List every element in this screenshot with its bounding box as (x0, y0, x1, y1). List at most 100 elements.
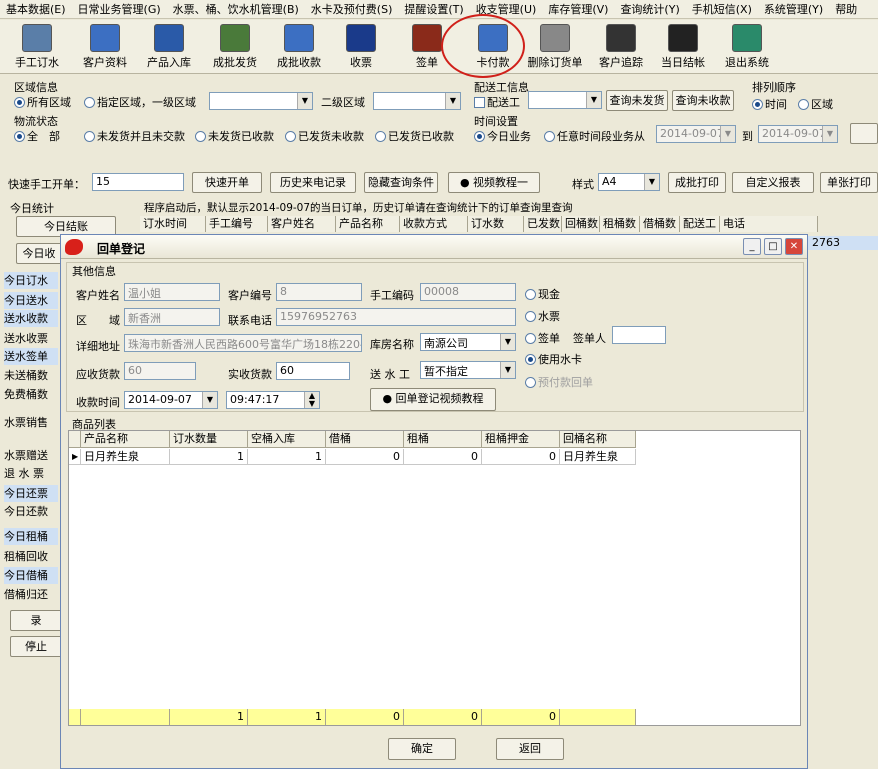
query-unpaid-button[interactable]: 查询未收款 (672, 90, 734, 111)
quick-open-button[interactable]: 快速开单 (192, 172, 262, 193)
stop-button[interactable]: 停止 (10, 636, 62, 657)
grid-header[interactable]: 配送工 (680, 216, 720, 232)
table-header[interactable]: 租桶押金 (482, 431, 560, 448)
pay-prepaid-radio[interactable]: 预付款回单 (525, 374, 593, 390)
time-today-radio[interactable]: 今日业务 (474, 128, 531, 144)
toolbar-button-inbound[interactable]: 产品入库 (138, 22, 200, 72)
logistics-radio-4[interactable]: 已发货已收款 (375, 128, 454, 144)
address-field[interactable]: 珠海市新香洲人民西路600号富华广场18栋2204 (124, 334, 362, 352)
grid-header[interactable]: 回桶数 (562, 216, 600, 232)
region-level2-select[interactable]: ▼ (373, 92, 461, 110)
custom-report-button[interactable]: 自定义报表 (732, 172, 814, 193)
grid-header[interactable]: 手工编号 (206, 216, 268, 232)
logistics-radio-2[interactable]: 未发货已收款 (195, 128, 274, 144)
warehouse-select[interactable]: 南源公司 ▼ (420, 333, 516, 351)
record-button[interactable]: 录 (10, 610, 62, 631)
payment-time-spinner[interactable]: 09:47:17 ▲ ▼ (226, 391, 320, 409)
courier-select[interactable]: 暂不指定 ▼ (420, 361, 516, 379)
minimize-icon[interactable]: _ (743, 238, 761, 255)
date-to-field[interactable]: 2014-09-07 ▼ (758, 125, 838, 143)
grid-header[interactable]: 产品名称 (336, 216, 400, 232)
date-from-field[interactable]: 2014-09-07 ▼ (656, 125, 736, 143)
table-header[interactable]: 产品名称 (81, 431, 170, 448)
manual-code-field[interactable]: 00008 (420, 283, 516, 301)
pay-sign-radio[interactable]: 签单 (525, 330, 560, 346)
selected-row-phone[interactable]: 2763 (808, 236, 878, 250)
menu-item[interactable]: 提醒设置(T) (398, 1, 469, 17)
menu-item[interactable]: 系统管理(Y) (758, 1, 829, 17)
time-any-radio[interactable]: 任意时间段业务从 (544, 128, 645, 144)
area-field[interactable]: 新香洲 (124, 308, 220, 326)
search-button[interactable] (850, 123, 878, 144)
toolbar-button-customer[interactable]: 客户资料 (74, 22, 136, 72)
table-cell[interactable]: 日月养生泉 (81, 449, 170, 465)
table-cell[interactable]: 1 (248, 449, 326, 465)
amount-due-field[interactable]: 60 (124, 362, 196, 380)
ok-button[interactable]: 确定 (388, 738, 456, 760)
grid-header[interactable]: 订水时间 (140, 216, 206, 232)
grid-header[interactable]: 收款方式 (400, 216, 468, 232)
menu-item[interactable]: 水卡及预付费(S) (305, 1, 399, 17)
today-income-button[interactable]: 今日收 (16, 243, 62, 264)
pay-card-radio[interactable]: 使用水卡 (525, 351, 582, 367)
grid-header[interactable]: 客户姓名 (268, 216, 336, 232)
table-cell[interactable]: 1 (170, 449, 248, 465)
maximize-icon[interactable]: □ (764, 238, 782, 255)
toolbar-button-glasses[interactable]: 当日结帐 (652, 22, 714, 72)
signer-input[interactable] (612, 326, 666, 344)
close-icon[interactable]: ✕ (785, 238, 803, 255)
region-specific-radio[interactable]: 指定区域，一级区域 (84, 94, 196, 110)
toolbar-button-delete-order[interactable]: 删除订货单 (524, 22, 586, 72)
menu-item[interactable]: 帮助 (829, 1, 863, 17)
toolbar-button-exit[interactable]: 退出系统 (716, 22, 778, 72)
region-level1-select[interactable]: ▼ (209, 92, 313, 110)
delivery-checkbox[interactable]: 配送工 (474, 94, 520, 110)
logistics-all-radio[interactable]: 全 部 (14, 128, 60, 144)
menu-item[interactable]: 水票、桶、饮水机管理(B) (167, 1, 305, 17)
style-select[interactable]: A4 ▼ (598, 173, 660, 191)
toolbar-button-phone[interactable]: 手工订水 (6, 22, 68, 72)
table-cell[interactable]: 0 (326, 449, 404, 465)
query-unshipped-button[interactable]: 查询未发货 (606, 90, 668, 111)
toolbar-button-note[interactable]: 收票 (330, 22, 392, 72)
toolbar-button-call[interactable]: 客户追踪 (590, 22, 652, 72)
customer-code-field[interactable]: 8 (276, 283, 362, 301)
table-header[interactable]: 订水数量 (170, 431, 248, 448)
table-cell[interactable]: 0 (404, 449, 482, 465)
amount-paid-input[interactable]: 60 (276, 362, 350, 380)
payment-date-picker[interactable]: 2014-09-07 ▼ (124, 391, 218, 409)
table-header[interactable]: 回桶名称 (560, 431, 636, 448)
grid-header[interactable]: 电话 (720, 216, 818, 232)
table-header[interactable]: 空桶入库 (248, 431, 326, 448)
table-cell[interactable]: 0 (482, 449, 560, 465)
menu-item[interactable]: 库存管理(V) (542, 1, 614, 17)
batch-print-button[interactable]: 成批打印 (668, 172, 726, 193)
toolbar-button-batch-collect[interactable]: 成批收款 (268, 22, 330, 72)
table-cell[interactable]: 日月养生泉 (560, 449, 636, 465)
grid-header[interactable]: 已发数 (524, 216, 562, 232)
grid-header[interactable]: 借桶数 (640, 216, 680, 232)
table-header[interactable]: 租桶 (404, 431, 482, 448)
grid-header[interactable]: 租桶数 (600, 216, 640, 232)
single-print-button[interactable]: 单张打印 (820, 172, 878, 193)
sort-time-radio[interactable]: 时间 (752, 96, 787, 112)
video-tutorial-button[interactable]: ● 视频教程一 (448, 172, 540, 193)
menu-item[interactable]: 手机短信(X) (686, 1, 758, 17)
grid-header[interactable]: 订水数 (468, 216, 524, 232)
pay-ticket-radio[interactable]: 水票 (525, 308, 560, 324)
logistics-radio-3[interactable]: 已发货未收款 (285, 128, 364, 144)
pay-cash-radio[interactable]: 现金 (525, 286, 560, 302)
history-call-button[interactable]: 历史来电记录 (270, 172, 356, 193)
receipt-video-button[interactable]: ● 回单登记视频教程 (370, 388, 496, 411)
table-header[interactable]: 借桶 (326, 431, 404, 448)
back-button[interactable]: 返回 (496, 738, 564, 760)
menu-item[interactable]: 基本数据(E) (0, 1, 72, 17)
region-all-radio[interactable]: 所有区域 (14, 94, 71, 110)
delivery-select[interactable]: ▼ (528, 91, 602, 109)
phone-field[interactable]: 15976952763 (276, 308, 516, 326)
logistics-radio-1[interactable]: 未发货并且未交款 (84, 128, 185, 144)
customer-name-field[interactable]: 温小姐 (124, 283, 220, 301)
hide-conditions-button[interactable]: 隐藏查询条件 (364, 172, 438, 193)
menu-item[interactable]: 查询统计(Y) (614, 1, 685, 17)
toolbar-button-batch-ship[interactable]: 成批发货 (204, 22, 266, 72)
